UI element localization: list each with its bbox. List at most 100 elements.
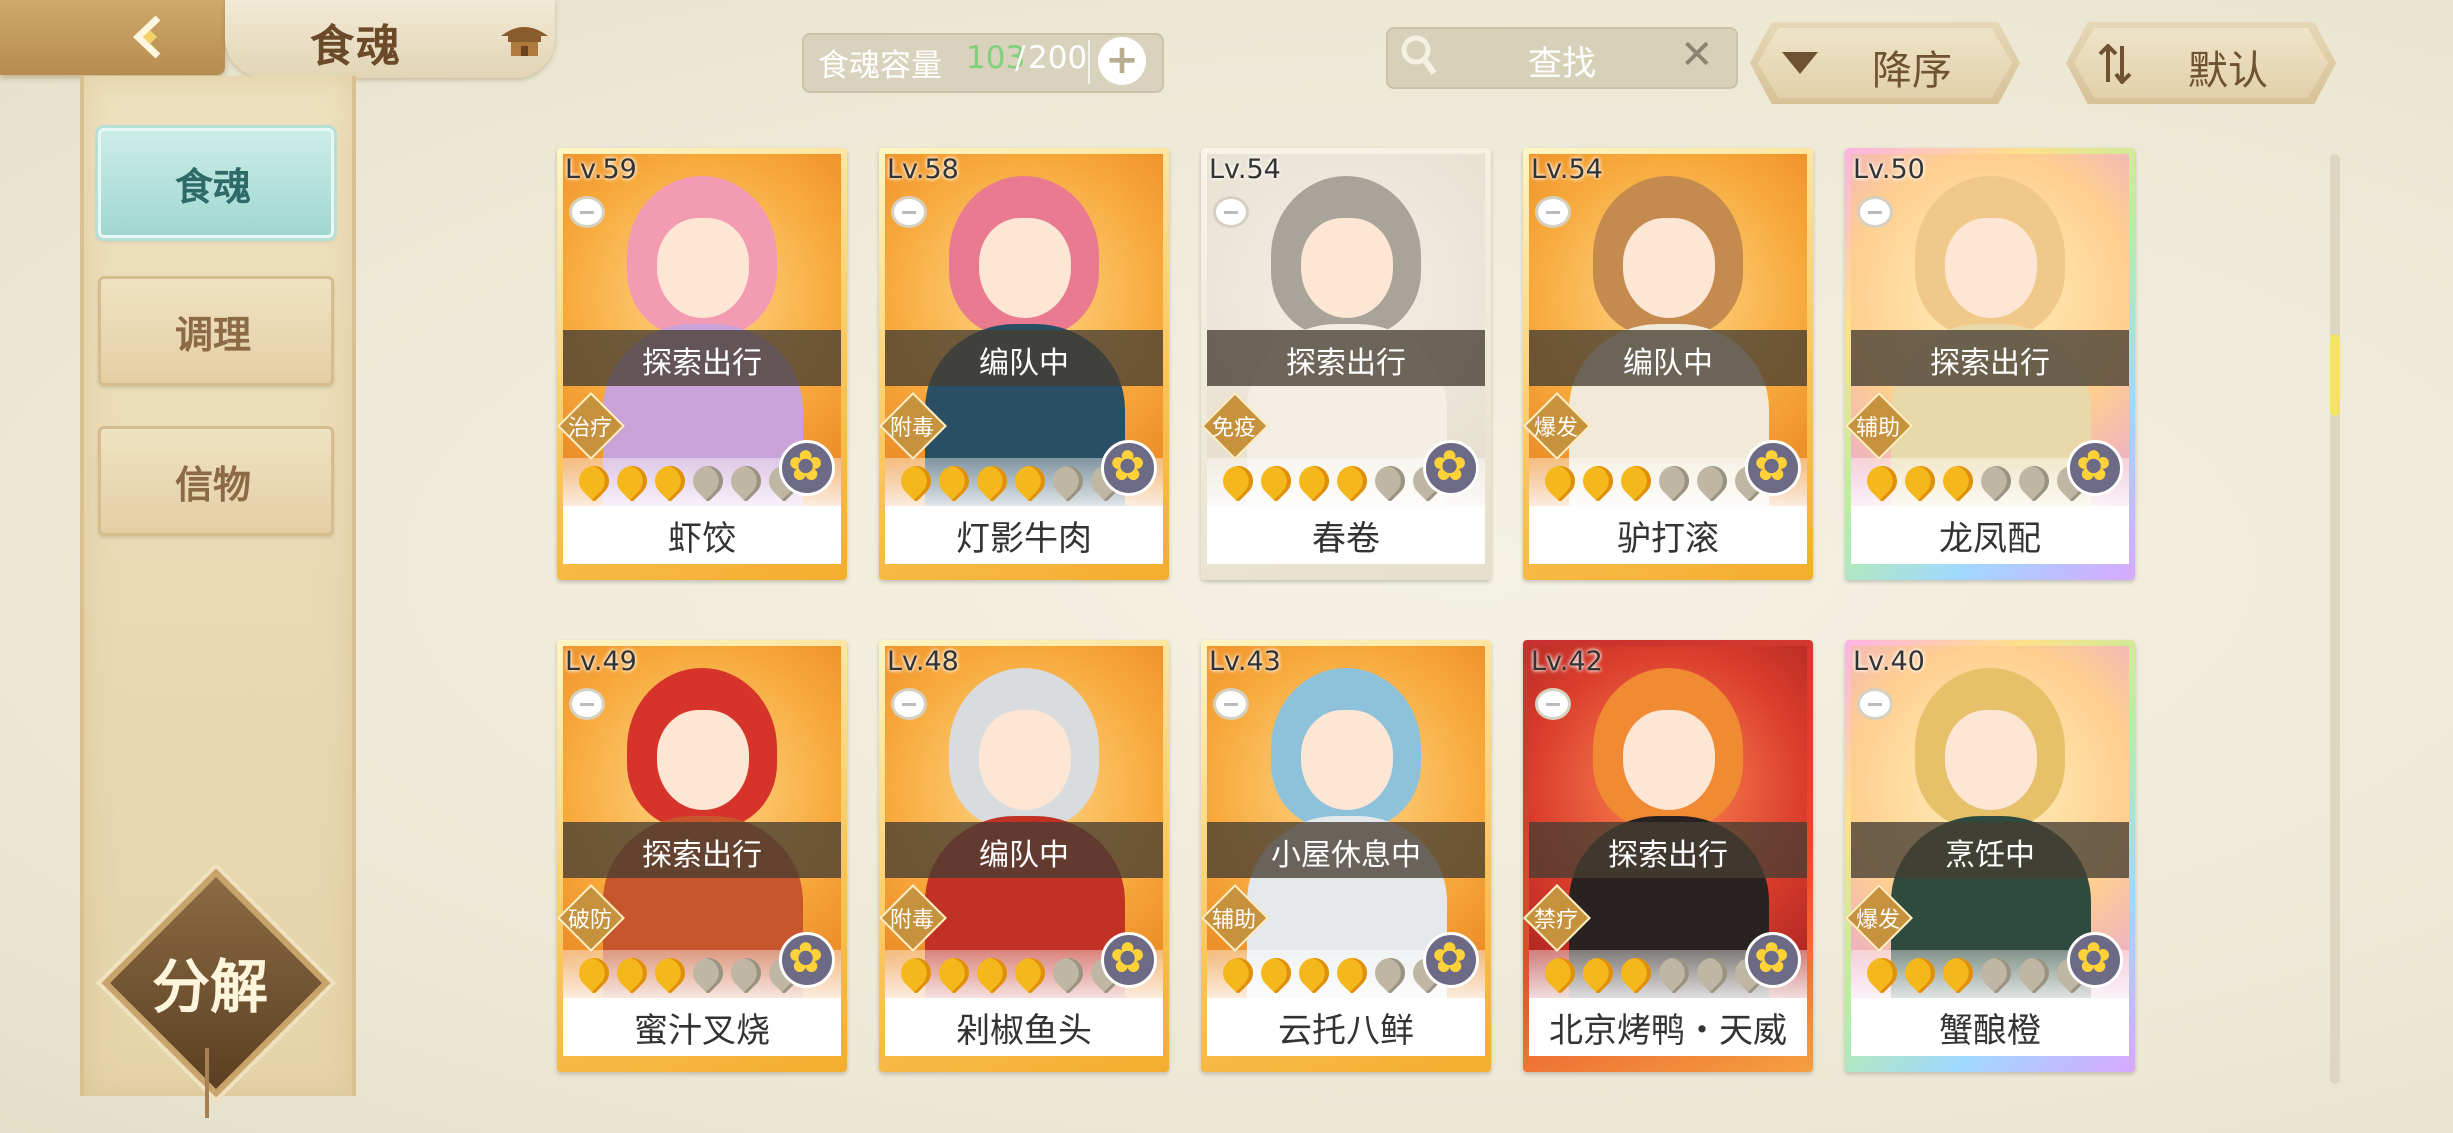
flower-emblem-icon <box>1101 932 1157 988</box>
add-capacity-button[interactable]: + <box>1098 37 1146 85</box>
capacity-max: 200 <box>1028 40 1088 76</box>
lock-icon[interactable] <box>569 196 605 228</box>
flower-emblem-icon <box>1745 440 1801 496</box>
food-soul-card[interactable]: Lv.48 编队中附毒剁椒鱼头 <box>879 640 1169 1072</box>
flower-emblem-icon <box>1423 440 1479 496</box>
level-label: Lv.54 <box>1531 154 1603 185</box>
clear-search-icon[interactable]: ✕ <box>1680 32 1714 78</box>
character-name: 春卷 <box>1312 519 1380 559</box>
flower-emblem-icon <box>2067 440 2123 496</box>
level-label: Lv.54 <box>1209 154 1281 185</box>
character-face <box>1945 710 2037 810</box>
lock-icon[interactable] <box>1213 688 1249 720</box>
tab-conditioning-label: 调理 <box>174 312 251 357</box>
role-badge: 爆发 <box>1523 392 1591 460</box>
status-label: 小屋休息中 <box>1271 838 1421 873</box>
level-label: Lv.49 <box>565 646 637 677</box>
lock-icon[interactable] <box>891 688 927 720</box>
status-label: 烹饪中 <box>1945 838 2035 873</box>
role-badge: 免疫 <box>1201 392 1269 460</box>
role-badge: 禁疗 <box>1523 884 1591 952</box>
flower-emblem-icon <box>1745 932 1801 988</box>
role-label: 附毒 <box>889 416 934 441</box>
food-soul-card[interactable]: Lv.58 编队中附毒灯影牛肉 <box>879 148 1169 580</box>
role-badge: 辅助 <box>1201 884 1269 952</box>
character-name: 蟹酿橙 <box>1939 1011 2041 1051</box>
role-label: 破防 <box>567 908 612 933</box>
character-name: 北京烤鸭・天威 <box>1549 1011 1787 1051</box>
capacity-divider <box>1088 40 1090 84</box>
scrollbar-thumb[interactable] <box>2330 334 2340 416</box>
capacity-separator: / <box>1015 40 1026 76</box>
character-name: 灯影牛肉 <box>956 519 1092 559</box>
role-badge: 附毒 <box>879 392 947 460</box>
status-label: 编队中 <box>979 346 1069 381</box>
tassel-decoration <box>205 1048 209 1118</box>
lock-icon[interactable] <box>1857 196 1893 228</box>
status-label: 探索出行 <box>642 838 762 873</box>
character-face <box>657 218 749 318</box>
character-face <box>979 710 1071 810</box>
character-face <box>1623 218 1715 318</box>
character-face <box>979 218 1071 318</box>
food-soul-card[interactable]: Lv.49 探索出行破防蜜汁叉烧 <box>557 640 847 1072</box>
food-soul-card[interactable]: Lv.59 探索出行治疗虾饺 <box>557 148 847 580</box>
role-badge: 附毒 <box>879 884 947 952</box>
level-label: Lv.59 <box>565 154 637 185</box>
role-badge: 爆发 <box>1845 884 1913 952</box>
level-label: Lv.50 <box>1853 154 1925 185</box>
lock-icon[interactable] <box>891 196 927 228</box>
status-label: 探索出行 <box>1930 346 2050 381</box>
food-soul-card[interactable]: Lv.50 探索出行辅助龙凤配 <box>1845 148 2135 580</box>
role-badge: 辅助 <box>1845 392 1913 460</box>
sort-arrows-icon <box>2098 44 2132 84</box>
flower-emblem-icon <box>779 932 835 988</box>
lock-icon[interactable] <box>569 688 605 720</box>
food-soul-card[interactable]: Lv.40 烹饪中爆发蟹酿橙 <box>1845 640 2135 1072</box>
character-face <box>1301 710 1393 810</box>
status-label: 编队中 <box>1623 346 1713 381</box>
level-label: Lv.43 <box>1209 646 1281 677</box>
capacity-label: 食魂容量 <box>818 48 942 84</box>
search-icon <box>1401 35 1437 75</box>
role-label: 爆发 <box>1855 908 1900 933</box>
food-soul-card[interactable]: Lv.54 探索出行免疫春卷 <box>1201 148 1491 580</box>
lock-icon[interactable] <box>1535 196 1571 228</box>
role-label: 治疗 <box>567 416 612 441</box>
role-label: 辅助 <box>1211 908 1256 933</box>
food-soul-card[interactable]: Lv.42 探索出行禁疗北京烤鸭・天威 <box>1523 640 1813 1072</box>
triangle-down-icon <box>1782 52 1818 74</box>
status-label: 探索出行 <box>642 346 762 381</box>
lock-icon[interactable] <box>1535 688 1571 720</box>
status-label: 探索出行 <box>1286 346 1406 381</box>
status-label: 编队中 <box>979 838 1069 873</box>
status-label: 探索出行 <box>1608 838 1728 873</box>
flower-emblem-icon <box>779 440 835 496</box>
sort-mode-label: 默认 <box>2188 48 2268 94</box>
role-label: 辅助 <box>1855 416 1900 441</box>
tab-food-soul-label: 食魂 <box>174 164 251 209</box>
flower-emblem-icon <box>1101 440 1157 496</box>
character-name: 虾饺 <box>668 519 736 559</box>
role-label: 附毒 <box>889 908 934 933</box>
scrollbar[interactable] <box>2330 154 2340 1084</box>
tab-tokens-label: 信物 <box>174 462 251 507</box>
level-label: Lv.40 <box>1853 646 1925 677</box>
character-name: 剁椒鱼头 <box>956 1011 1092 1051</box>
pavilion-icon[interactable] <box>497 18 552 62</box>
role-label: 爆发 <box>1533 416 1578 441</box>
role-badge: 破防 <box>557 884 625 952</box>
decompose-label: 分解 <box>151 953 268 1021</box>
lock-icon[interactable] <box>1213 196 1249 228</box>
character-face <box>1301 218 1393 318</box>
flower-emblem-icon <box>2067 932 2123 988</box>
character-name: 龙凤配 <box>1939 519 2041 559</box>
character-name: 云托八鲜 <box>1278 1011 1414 1051</box>
food-soul-card[interactable]: Lv.43 小屋休息中辅助云托八鲜 <box>1201 640 1491 1072</box>
food-soul-card[interactable]: Lv.54 编队中爆发驴打滚 <box>1523 148 1813 580</box>
character-name: 驴打滚 <box>1617 519 1719 559</box>
back-button[interactable] <box>0 0 225 75</box>
role-label: 免疫 <box>1211 416 1256 441</box>
search-placeholder: 查找 <box>1528 44 1596 84</box>
lock-icon[interactable] <box>1857 688 1893 720</box>
